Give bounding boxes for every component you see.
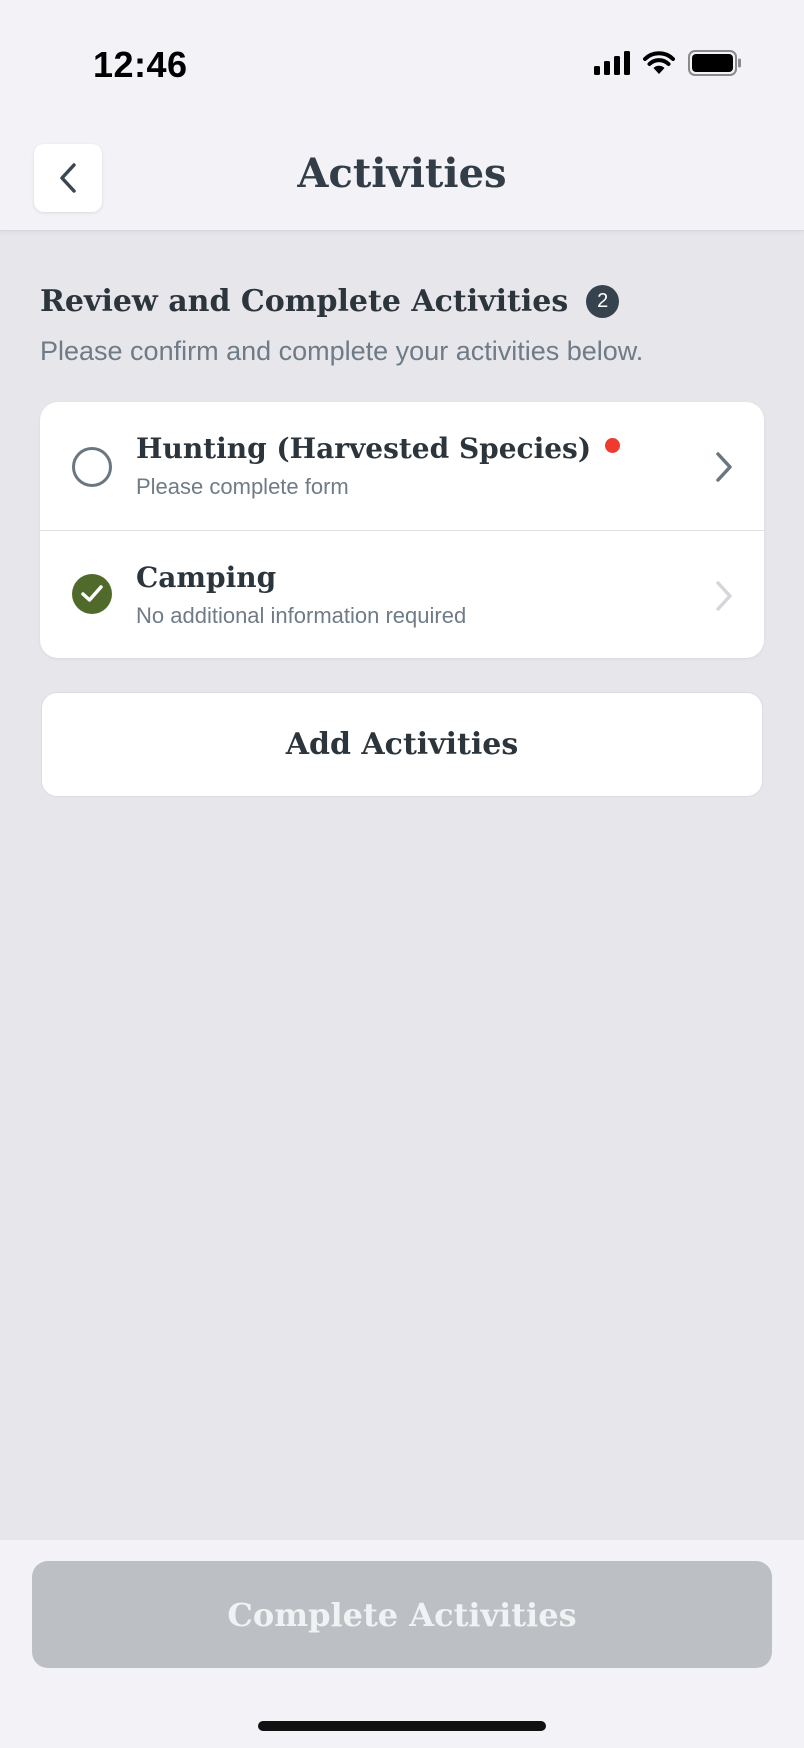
home-indicator — [258, 1721, 546, 1731]
battery-icon — [688, 50, 742, 76]
complete-check-icon — [72, 574, 112, 614]
chevron-right-icon — [716, 581, 732, 611]
required-dot-icon — [605, 438, 621, 453]
activity-row-camping[interactable]: Camping No additional information requir… — [40, 530, 764, 658]
section-heading: Review and Complete Activities 2 — [40, 284, 620, 319]
activities-screen: 12:46 Activities Review and Complete Act… — [0, 0, 804, 1748]
status-icons — [594, 50, 742, 76]
page-title: Activities — [297, 150, 507, 197]
status-time: 12:46 — [93, 44, 188, 85]
complete-activities-button[interactable]: Complete Activities — [32, 1561, 772, 1668]
wifi-icon — [642, 50, 676, 76]
activity-title: Hunting (Harvested Species) — [136, 432, 592, 465]
activity-subtitle: Please complete form — [136, 474, 349, 499]
activity-title: Camping — [136, 561, 277, 594]
signal-icon — [594, 51, 630, 75]
section-subtitle: Please confirm and complete your activit… — [40, 336, 644, 366]
activity-subtitle: No additional information required — [136, 603, 467, 628]
incomplete-radio-icon — [72, 447, 112, 487]
chevron-right-icon — [716, 452, 732, 482]
header: 12:46 Activities — [0, 0, 804, 231]
activity-title-wrap: Camping — [136, 561, 276, 594]
count-badge: 2 — [586, 285, 620, 318]
activities-list: Hunting (Harvested Species) Please compl… — [40, 402, 764, 658]
add-activities-button[interactable]: Add Activities — [41, 692, 763, 797]
section-title: Review and Complete Activities — [40, 284, 569, 319]
activity-title-wrap: Hunting (Harvested Species) — [136, 432, 621, 465]
activity-row-hunting[interactable]: Hunting (Harvested Species) Please compl… — [40, 402, 764, 530]
